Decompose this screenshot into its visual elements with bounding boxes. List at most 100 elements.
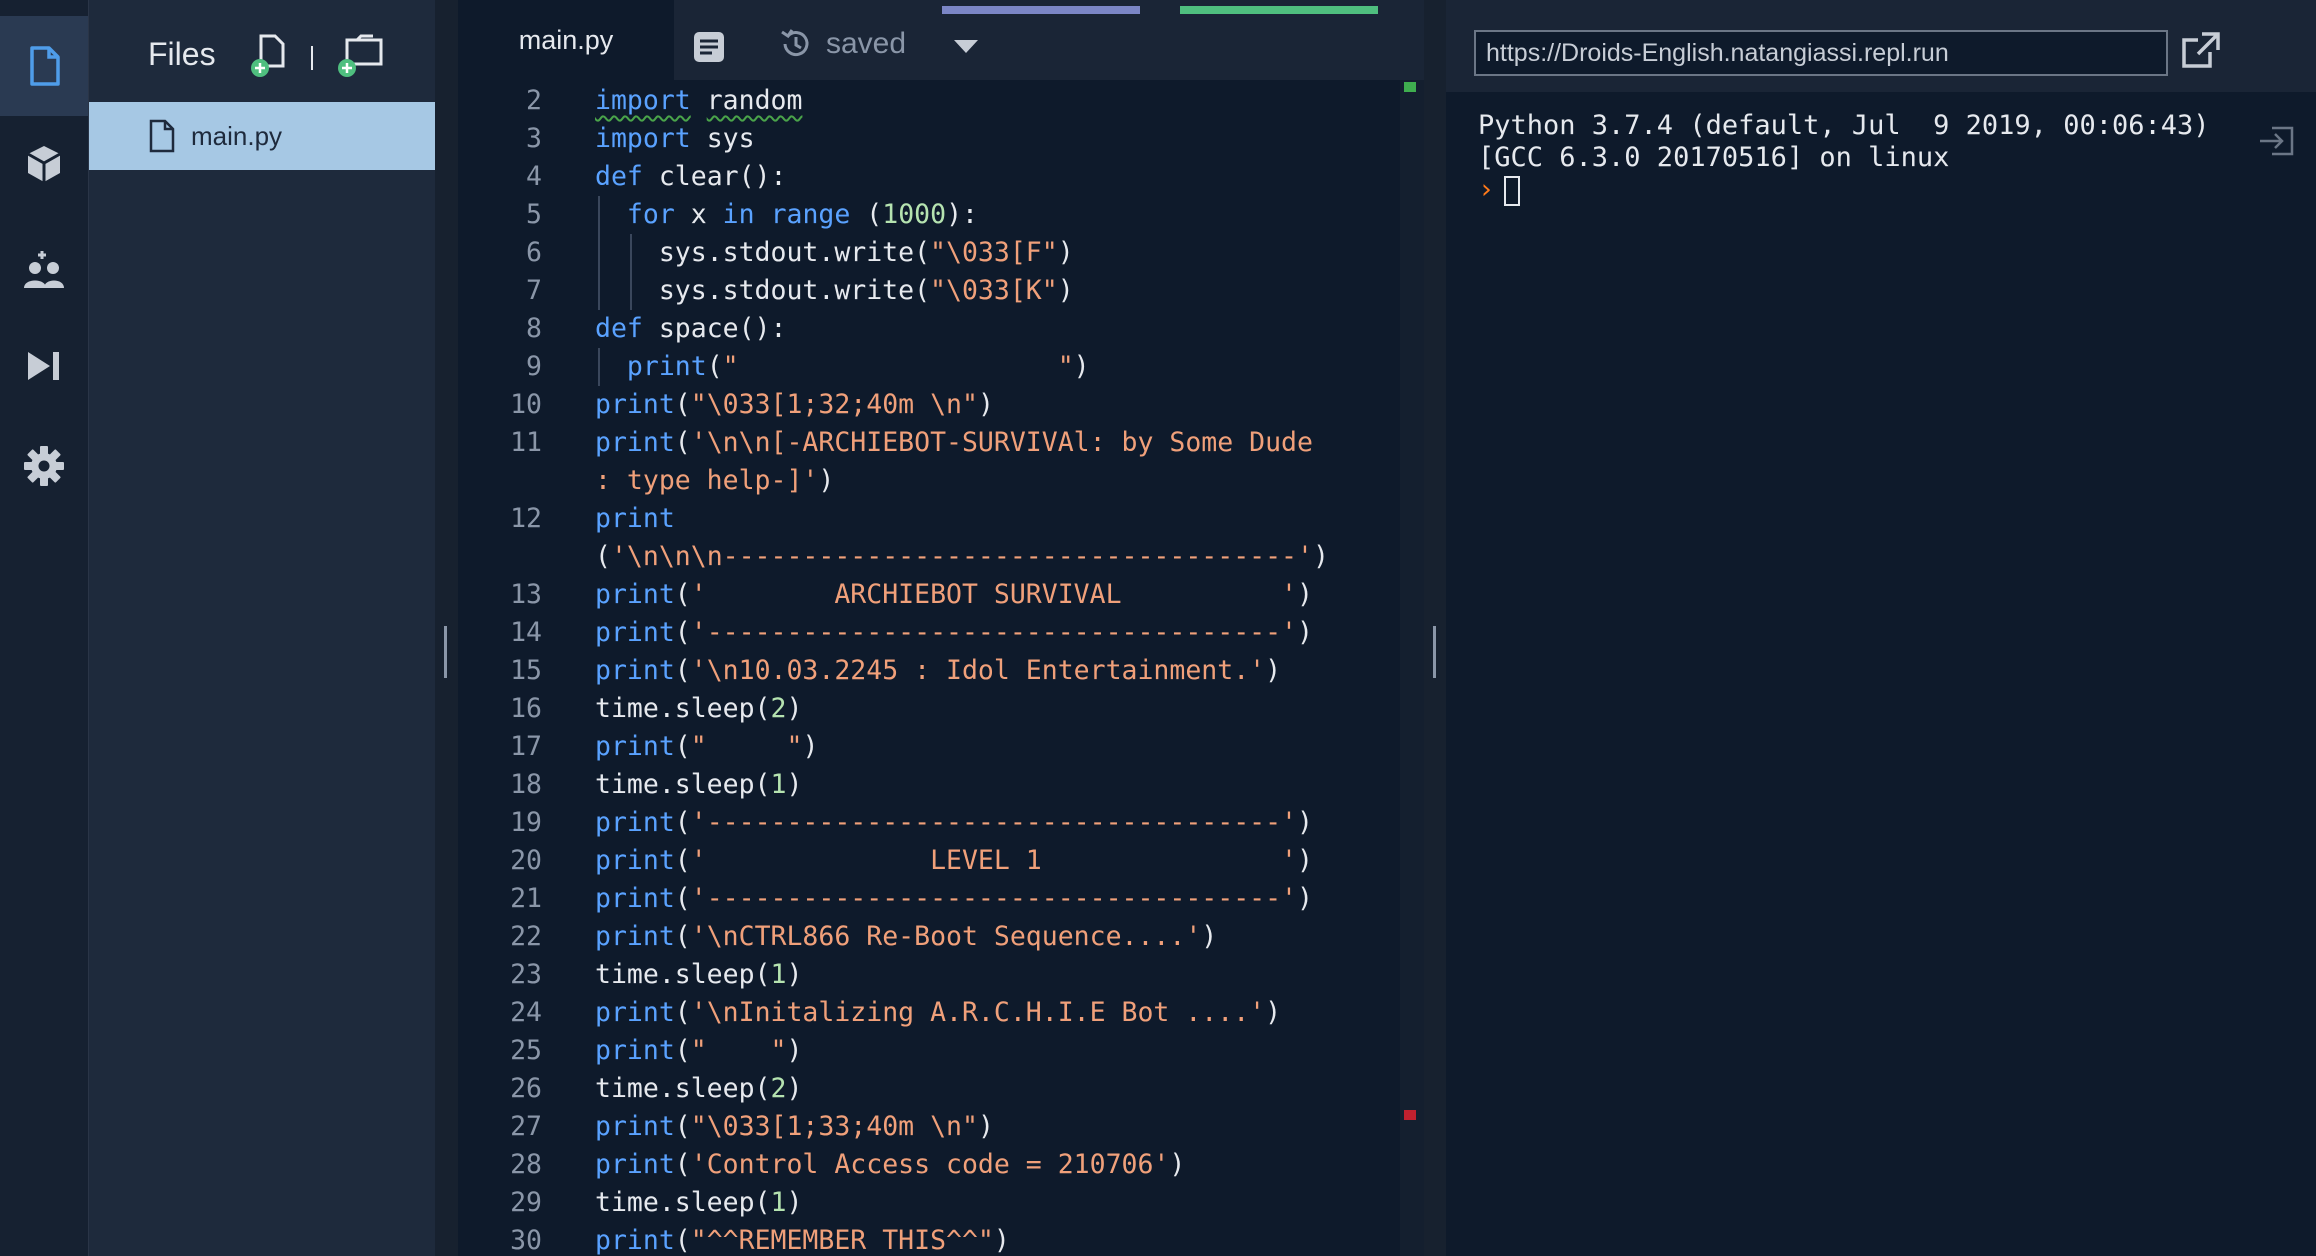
code-text: def clear(): <box>595 161 787 192</box>
line-number: 24 <box>510 997 542 1028</box>
editor-output-splitter[interactable] <box>1424 0 1446 1256</box>
code-text: print(' LEVEL 1 ') <box>595 845 1313 876</box>
code-line: 12 print <box>458 500 1400 538</box>
new-folder-icon[interactable] <box>337 32 385 80</box>
line-number: 3 <box>526 123 542 154</box>
line-number: 9 <box>526 351 542 382</box>
code-line: 17 print(" ") <box>458 728 1400 766</box>
output-toolbar <box>1446 0 2316 92</box>
debugger-button[interactable] <box>0 316 88 416</box>
debugger-icon <box>28 352 59 380</box>
code-line: 14 print('-------------------------------… <box>458 614 1400 652</box>
code-line: 8 def space(): <box>458 310 1400 348</box>
file-name: main.py <box>191 120 283 151</box>
indent-guide <box>598 348 600 386</box>
file-item-main-py[interactable]: main.py <box>89 102 435 170</box>
file-icon <box>149 119 175 153</box>
code-line: 24 print('\nInitalizing A.R.C.H.I.E Bot .… <box>458 994 1400 1032</box>
tab-accent-green <box>1180 6 1378 14</box>
code-text: time.sleep(1) <box>595 959 803 990</box>
code-line: 19 print('-------------------------------… <box>458 804 1400 842</box>
packages-button[interactable] <box>0 114 88 214</box>
multiplayer-icon <box>24 251 64 288</box>
line-number: 14 <box>510 617 542 648</box>
code-line: 23 time.sleep(1) <box>458 956 1400 994</box>
splitter-grip <box>1433 626 1436 678</box>
line-number: 12 <box>510 503 542 534</box>
history-icon <box>781 29 809 57</box>
code-text: print('\nInitalizing A.R.C.H.I.E Bot ...… <box>595 997 1282 1028</box>
code-line: 29 time.sleep(1) <box>458 1184 1400 1222</box>
line-number: 7 <box>526 275 542 306</box>
files-editor-splitter[interactable] <box>435 0 458 1256</box>
line-number: 6 <box>526 237 542 268</box>
line-number: 17 <box>510 731 542 762</box>
code-line: 25 print(" ") <box>458 1032 1400 1070</box>
code-text: : type help-]') <box>595 465 835 496</box>
code-editor[interactable]: 2 import random 3 import sys 4 def clear(): 5 … <box>458 82 1400 1256</box>
editor-tabbar: main.py saved <box>458 0 1424 80</box>
files-title: Files <box>148 36 216 72</box>
open-external-icon[interactable] <box>2180 30 2222 70</box>
line-number: 15 <box>510 655 542 686</box>
settings-button[interactable] <box>0 416 88 516</box>
line-number: 10 <box>510 389 542 420</box>
settings-icon <box>24 446 64 486</box>
console-output[interactable]: Python 3.7.4 (default, Jul 9 2019, 00:06… <box>1478 110 2210 206</box>
code-text: print(" ") <box>626 351 1090 382</box>
code-line: 30 print("^^REMEMBER THIS^^") <box>458 1222 1400 1256</box>
code-text: time.sleep(1) <box>595 769 803 800</box>
scroll-marker-error <box>1404 1110 1416 1120</box>
code-text: print('---------------------------------… <box>595 883 1313 914</box>
code-text: print('\nCTRL866 Re-Boot Sequence....') <box>595 921 1218 952</box>
packages-icon <box>27 146 61 182</box>
exit-icon[interactable] <box>2258 124 2296 158</box>
line-number: 20 <box>510 845 542 876</box>
code-line: 21 print('-------------------------------… <box>458 880 1400 918</box>
code-text: import sys <box>595 123 755 154</box>
multiplayer-button[interactable] <box>0 220 88 320</box>
line-number: 19 <box>510 807 542 838</box>
code-line: 27 print("\033[1;33;40m \n") <box>458 1108 1400 1146</box>
code-text: print(" ") <box>595 731 819 762</box>
chevron-down-icon[interactable] <box>952 36 980 56</box>
line-number: 5 <box>526 199 542 230</box>
line-number: 21 <box>510 883 542 914</box>
url-field[interactable] <box>1474 30 2168 76</box>
editor-pane: main.py saved 2 import random 3 import sys 4… <box>458 0 1424 1256</box>
editor-scrollbar[interactable] <box>1400 80 1424 1256</box>
notes-icon[interactable] <box>692 30 726 64</box>
code-text: for x in range (1000): <box>626 199 979 230</box>
code-text: print('\n\n[-ARCHIEBOT-SURVIVAl: by Some… <box>595 427 1313 458</box>
code-text: print <box>595 503 675 534</box>
line-number: 16 <box>510 693 542 724</box>
line-number: 2 <box>526 85 542 116</box>
line-number: 27 <box>510 1111 542 1142</box>
files-icon <box>30 46 60 86</box>
files-button[interactable] <box>0 16 88 116</box>
code-text: def space(): <box>595 313 787 344</box>
code-text: ('\n\n\n--------------------------------… <box>595 541 1329 572</box>
code-text: sys.stdout.write("\033[K") <box>595 275 1074 306</box>
tab-main-py[interactable]: main.py <box>458 0 674 80</box>
code-line: 28 print('Control Access code = 210706') <box>458 1146 1400 1184</box>
console-prompt-line: › <box>1478 174 2210 206</box>
code-text: import random <box>595 85 803 116</box>
files-header: Files <box>89 0 435 100</box>
prompt-symbol: › <box>1478 174 1495 205</box>
new-file-icon[interactable] <box>247 32 295 80</box>
code-line: 15 print('\n10.03.2245 : Idol Entertainme… <box>458 652 1400 690</box>
code-text: time.sleep(1) <box>595 1187 803 1218</box>
code-text: print("\033[1;33;40m \n") <box>595 1111 994 1142</box>
line-number: 13 <box>510 579 542 610</box>
save-status-label: saved <box>826 27 907 60</box>
code-line: 4 def clear(): <box>458 158 1400 196</box>
code-line: 20 print(' LEVEL 1 ') <box>458 842 1400 880</box>
line-number: 26 <box>510 1073 542 1104</box>
code-line: 3 import sys <box>458 120 1400 158</box>
scroll-marker-ok <box>1404 82 1416 92</box>
code-line: 11 print('\n\n[-ARCHIEBOT-SURVIVAl: by So… <box>458 424 1400 462</box>
activity-bar <box>0 0 89 1256</box>
line-number: 23 <box>510 959 542 990</box>
save-status[interactable]: saved <box>778 26 906 62</box>
